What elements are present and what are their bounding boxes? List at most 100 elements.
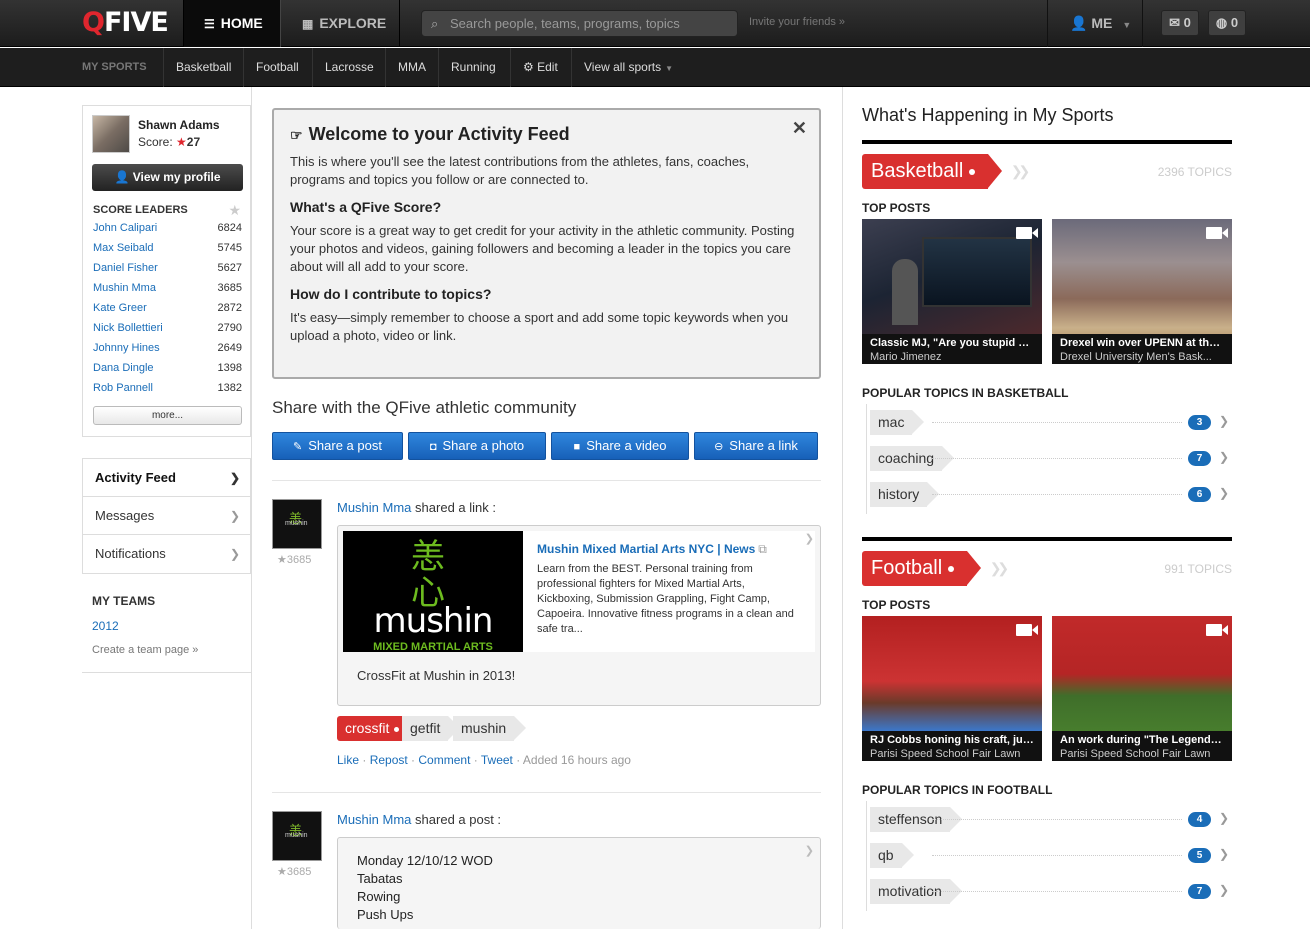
gear-icon: ⚙ (523, 60, 534, 74)
nav-home-tab[interactable]: ☰ HOME (183, 0, 281, 47)
invite-friends-link[interactable]: Invite your friends » (749, 16, 845, 28)
column-divider (251, 87, 252, 929)
leader-name[interactable]: Daniel Fisher (93, 262, 158, 274)
leader-name[interactable]: Max Seibald (93, 242, 154, 254)
shared-link-card[interactable]: 恙心 mushin MIXED MARTIAL ARTS Mushin Mixe… (337, 525, 821, 706)
topic-count-badge: 7 (1188, 451, 1211, 466)
leader-name[interactable]: John Calipari (93, 222, 157, 234)
leader-name[interactable]: Mushin Mma (93, 282, 156, 294)
topic-tag[interactable]: mac (870, 410, 926, 435)
comment-link[interactable]: Comment (418, 753, 470, 767)
like-link[interactable]: Like (337, 753, 359, 767)
dotted-line (932, 855, 1182, 856)
chevron-right-icon[interactable]: ❯ (805, 532, 814, 545)
chevron-right-icon: ❯ (229, 509, 240, 523)
team-link[interactable]: 2012 (82, 619, 251, 633)
share-photo-button[interactable]: ◘ Share a photo (408, 432, 546, 460)
mushin-logo-image[interactable]: 恙心 mushin MIXED MARTIAL ARTS (343, 531, 523, 652)
leader-score: 2649 (217, 342, 242, 354)
search-input[interactable]: ⌕ Search people, teams, programs, topics (421, 10, 738, 37)
welcome-title: ☞ Welcome to your Activity Feed (290, 124, 570, 144)
chevron-right-icon: ❯ (1218, 414, 1229, 428)
popular-topic-row[interactable]: motivation 7 ❯ (862, 873, 1232, 911)
share-post-button[interactable]: ✎ Share a post (272, 432, 403, 460)
topic-count-badge: 6 (1188, 487, 1211, 502)
share-video-button[interactable]: ■ Share a video (551, 432, 689, 460)
top-post-video[interactable]: An work during "The Legends"... Parisi Sp… (1052, 616, 1232, 761)
topic-count: 2396 TOPICS (1157, 165, 1232, 179)
post-line: Push Ups (357, 907, 414, 922)
subnav-running[interactable]: Running (438, 48, 496, 87)
tree-line (866, 476, 867, 514)
top-post-video[interactable]: RJ Cobbs honing his craft, just... Parisi… (862, 616, 1042, 761)
feed-actions: Like · Repost · Comment · Tweet · Added … (337, 753, 631, 767)
leader-row: Johnny Hines 2649 (93, 342, 242, 362)
share-link-button[interactable]: ⊖ Share a link (694, 432, 818, 460)
user-icon: 👤 (114, 170, 130, 184)
topic-tag[interactable]: history (870, 482, 940, 507)
messages-counter[interactable]: ✉ 0 (1161, 10, 1199, 36)
chevron-right-icon: ❯ (1218, 811, 1229, 825)
post-caption: CrossFit at Mushin in 2013! (357, 668, 516, 683)
repost-link[interactable]: Repost (370, 753, 408, 767)
subnav-basketball[interactable]: Basketball (163, 48, 231, 87)
mushin-mma-avatar[interactable]: 恙 mushin (272, 499, 322, 549)
topic-count-badge: 3 (1188, 415, 1211, 430)
football-sport-tag[interactable]: Football ❯❯ (862, 551, 1009, 586)
dot-icon (948, 565, 955, 572)
top-post-video[interactable]: Classic MJ, "Are you stupid ?... Mario Ji… (862, 219, 1042, 364)
mushin-mma-avatar[interactable]: 恙 mushin (272, 811, 322, 861)
actor-link[interactable]: Mushin Mma (337, 812, 411, 827)
view-profile-button[interactable]: 👤 View my profile (92, 164, 243, 191)
popular-topic-row[interactable]: mac 3 ❯ (862, 404, 1232, 442)
subnav-lacrosse[interactable]: Lacrosse (312, 48, 374, 87)
qfive-logo[interactable]: QFIVE (82, 8, 169, 38)
basketball-sport-tag[interactable]: Basketball ❯❯ (862, 154, 1030, 189)
welcome-question: What's a QFive Score? (290, 199, 442, 215)
double-chevron-icon: ❯❯ (989, 560, 1010, 576)
profile-box: Shawn Adams Score: ★27 👤 View my profile… (82, 105, 251, 437)
popular-topic-row[interactable]: qb 5 ❯ (862, 837, 1232, 875)
subnav-mma[interactable]: MMA (385, 48, 426, 87)
leader-name[interactable]: Rob Pannell (93, 382, 153, 394)
tag-getfit[interactable]: getfit (402, 716, 461, 741)
avatar[interactable] (92, 115, 130, 153)
chevron-right-icon[interactable]: ❯ (805, 844, 814, 857)
popular-topic-row[interactable]: steffenson 4 ❯ (862, 801, 1232, 839)
tweet-link[interactable]: Tweet (481, 753, 513, 767)
link-description: Learn from the BEST. Personal training f… (537, 563, 794, 635)
subnav-football[interactable]: Football (243, 48, 299, 87)
shared-post-card[interactable]: ❯ Monday 12/10/12 WOD Tabatas Rowing Pus… (337, 837, 821, 929)
leader-name[interactable]: Dana Dingle (93, 362, 154, 374)
create-team-link[interactable]: Create a team page » (82, 644, 251, 673)
nav-explore-tab[interactable]: ▦ EXPLORE (282, 0, 400, 47)
leader-score: 2872 (217, 302, 242, 314)
more-leaders-button[interactable]: more... (93, 406, 242, 425)
leader-name[interactable]: Kate Greer (93, 302, 147, 314)
menu-notifications[interactable]: Notifications ❯ (83, 535, 250, 573)
user-icon: 👤 (1070, 15, 1088, 31)
tag-crossfit[interactable]: crossfit (337, 716, 420, 741)
actor-link[interactable]: Mushin Mma (337, 500, 411, 515)
popular-topic-row[interactable]: coaching 7 ❯ (862, 440, 1232, 478)
notifications-counter[interactable]: ◍ 0 (1208, 10, 1246, 36)
menu-messages[interactable]: Messages ❯ (83, 497, 250, 535)
close-icon[interactable]: ✕ (792, 118, 807, 139)
leader-name[interactable]: Nick Bollettieri (93, 322, 163, 334)
me-menu[interactable]: 👤 ME ▼ (1047, 0, 1143, 47)
video-caption: An work during "The Legends"... Parisi Sp… (1052, 731, 1232, 761)
popular-topic-row[interactable]: history 6 ❯ (862, 476, 1232, 514)
link-title[interactable]: Mushin Mixed Martial Arts NYC | News ⧉ (537, 542, 767, 557)
user-score: ★3685 (277, 866, 312, 878)
topic-count: 991 TOPICS (1164, 562, 1232, 576)
subnav-view-all[interactable]: View all sports ▼ (571, 48, 673, 87)
star-icon: ★ (176, 135, 187, 149)
video-thumbnail (892, 259, 918, 325)
tag-mushin[interactable]: mushin (453, 716, 527, 741)
menu-activity-feed[interactable]: Activity Feed ❯ (83, 459, 250, 497)
leader-name[interactable]: Johnny Hines (93, 342, 160, 354)
topic-tag[interactable]: qb (870, 843, 914, 868)
search-icon: ⌕ (431, 16, 439, 31)
top-post-video[interactable]: Drexel win over UPENN at the ... Drexel U… (1052, 219, 1232, 364)
subnav-edit[interactable]: ⚙ Edit (510, 48, 558, 87)
